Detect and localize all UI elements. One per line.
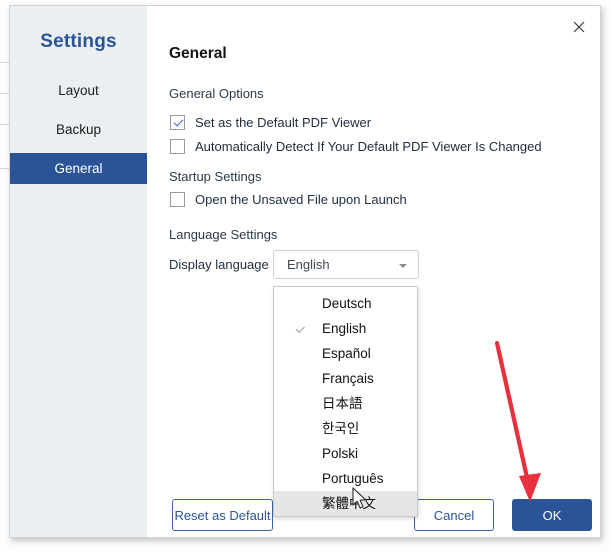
dropdown-option-label: 한국인 <box>322 421 360 436</box>
section-label-language-settings: Language Settings <box>169 227 278 242</box>
dropdown-option-espanol[interactable]: Español <box>274 341 417 366</box>
settings-content-panel: General General Options Set as the Defau… <box>147 6 600 537</box>
sidebar-item-general[interactable]: General <box>10 153 147 184</box>
sidebar-item-label: Layout <box>58 83 99 98</box>
dropdown-option-deutsch[interactable]: Deutsch <box>274 291 417 316</box>
sidebar-item-backup[interactable]: Backup <box>10 114 147 145</box>
cancel-label: Cancel <box>433 507 475 523</box>
ok-label: OK <box>542 507 562 523</box>
checkbox-auto-detect-default-viewer-changed[interactable]: Automatically Detect If Your Default PDF… <box>170 139 542 154</box>
settings-sidebar: Settings Layout Backup General <box>10 6 147 537</box>
display-language-label: Display language <box>169 257 269 272</box>
dropdown-option-traditional-chinese[interactable]: 繁體中文 <box>274 491 417 516</box>
section-label-startup-settings: Startup Settings <box>169 169 262 184</box>
sidebar-item-layout[interactable]: Layout <box>10 75 147 106</box>
dropdown-option-label: Português <box>322 471 384 486</box>
dropdown-option-label: 日本語 <box>322 396 363 411</box>
checkbox-label: Open the Unsaved File upon Launch <box>195 192 407 207</box>
settings-dialog: Settings Layout Backup General General G… <box>9 5 601 538</box>
close-icon <box>573 21 585 33</box>
display-language-select[interactable]: English <box>273 250 419 279</box>
checkbox-label: Automatically Detect If Your Default PDF… <box>195 139 542 154</box>
dropdown-option-label: Español <box>322 346 371 361</box>
reset-as-default-label: Reset as Default <box>174 507 271 523</box>
dropdown-option-japanese[interactable]: 日本語 <box>274 391 417 416</box>
checkbox-set-default-pdf-viewer[interactable]: Set as the Default PDF Viewer <box>170 115 371 130</box>
checkbox-label: Set as the Default PDF Viewer <box>195 115 372 130</box>
dropdown-option-francais[interactable]: Français <box>274 366 417 391</box>
checkbox-open-unsaved-file-upon-launch[interactable]: Open the Unsaved File upon Launch <box>170 192 407 207</box>
dropdown-option-label: English <box>322 321 367 336</box>
checkbox-box-unchecked[interactable] <box>170 192 185 207</box>
dropdown-option-portugues[interactable]: Português <box>274 466 417 491</box>
sidebar-item-label: General <box>54 161 103 176</box>
cancel-button[interactable]: Cancel <box>414 499 494 531</box>
reset-as-default-button[interactable]: Reset as Default <box>172 499 273 531</box>
section-label-general-options: General Options <box>169 86 264 101</box>
chevron-down-icon <box>399 264 407 268</box>
page-title: General <box>169 45 227 62</box>
ok-button[interactable]: OK <box>512 499 592 531</box>
display-language-selected-value: English <box>287 257 330 272</box>
dropdown-option-polski[interactable]: Polski <box>274 441 417 466</box>
dropdown-option-label: 繁體中文 <box>322 496 376 511</box>
checkbox-box-unchecked[interactable] <box>170 139 185 154</box>
dropdown-option-label: Polski <box>322 446 359 461</box>
close-button[interactable] <box>566 14 592 40</box>
dropdown-option-label: Français <box>322 371 374 386</box>
display-language-dropdown: Deutsch English Español Français 日本語 한국인… <box>273 286 418 517</box>
checkbox-box-checked[interactable] <box>170 115 185 130</box>
dropdown-option-label: Deutsch <box>322 296 372 311</box>
dropdown-option-korean[interactable]: 한국인 <box>274 416 417 441</box>
sidebar-title: Settings <box>40 31 117 52</box>
dropdown-option-english[interactable]: English <box>274 316 417 341</box>
sidebar-item-label: Backup <box>55 122 102 137</box>
